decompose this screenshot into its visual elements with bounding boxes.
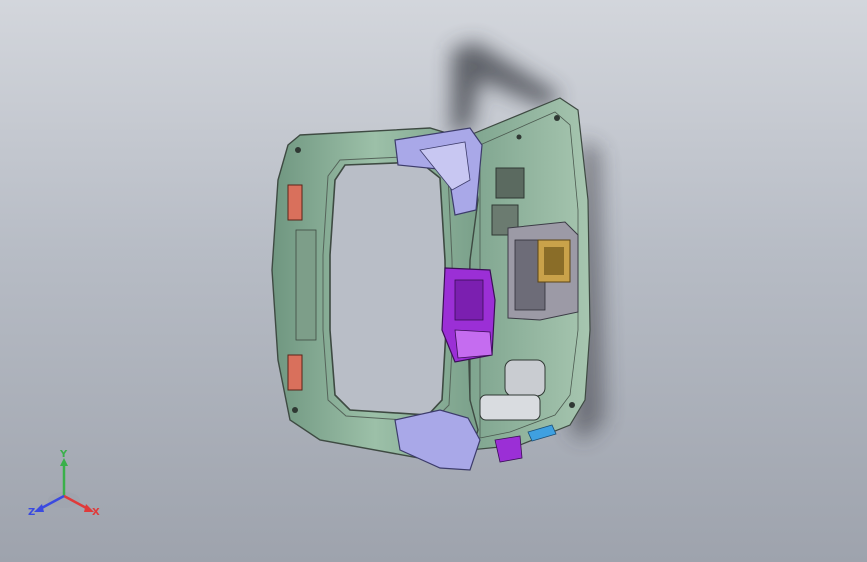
graphics-viewport[interactable]: Y X Z [0, 0, 867, 562]
cad-model[interactable] [0, 0, 867, 562]
orientation-triad: Y X Z [28, 449, 100, 518]
z-axis-label: Z [28, 507, 35, 518]
y-axis-label: Y [59, 449, 68, 460]
middle-block [441, 267, 496, 363]
x-axis-label: X [92, 507, 100, 518]
